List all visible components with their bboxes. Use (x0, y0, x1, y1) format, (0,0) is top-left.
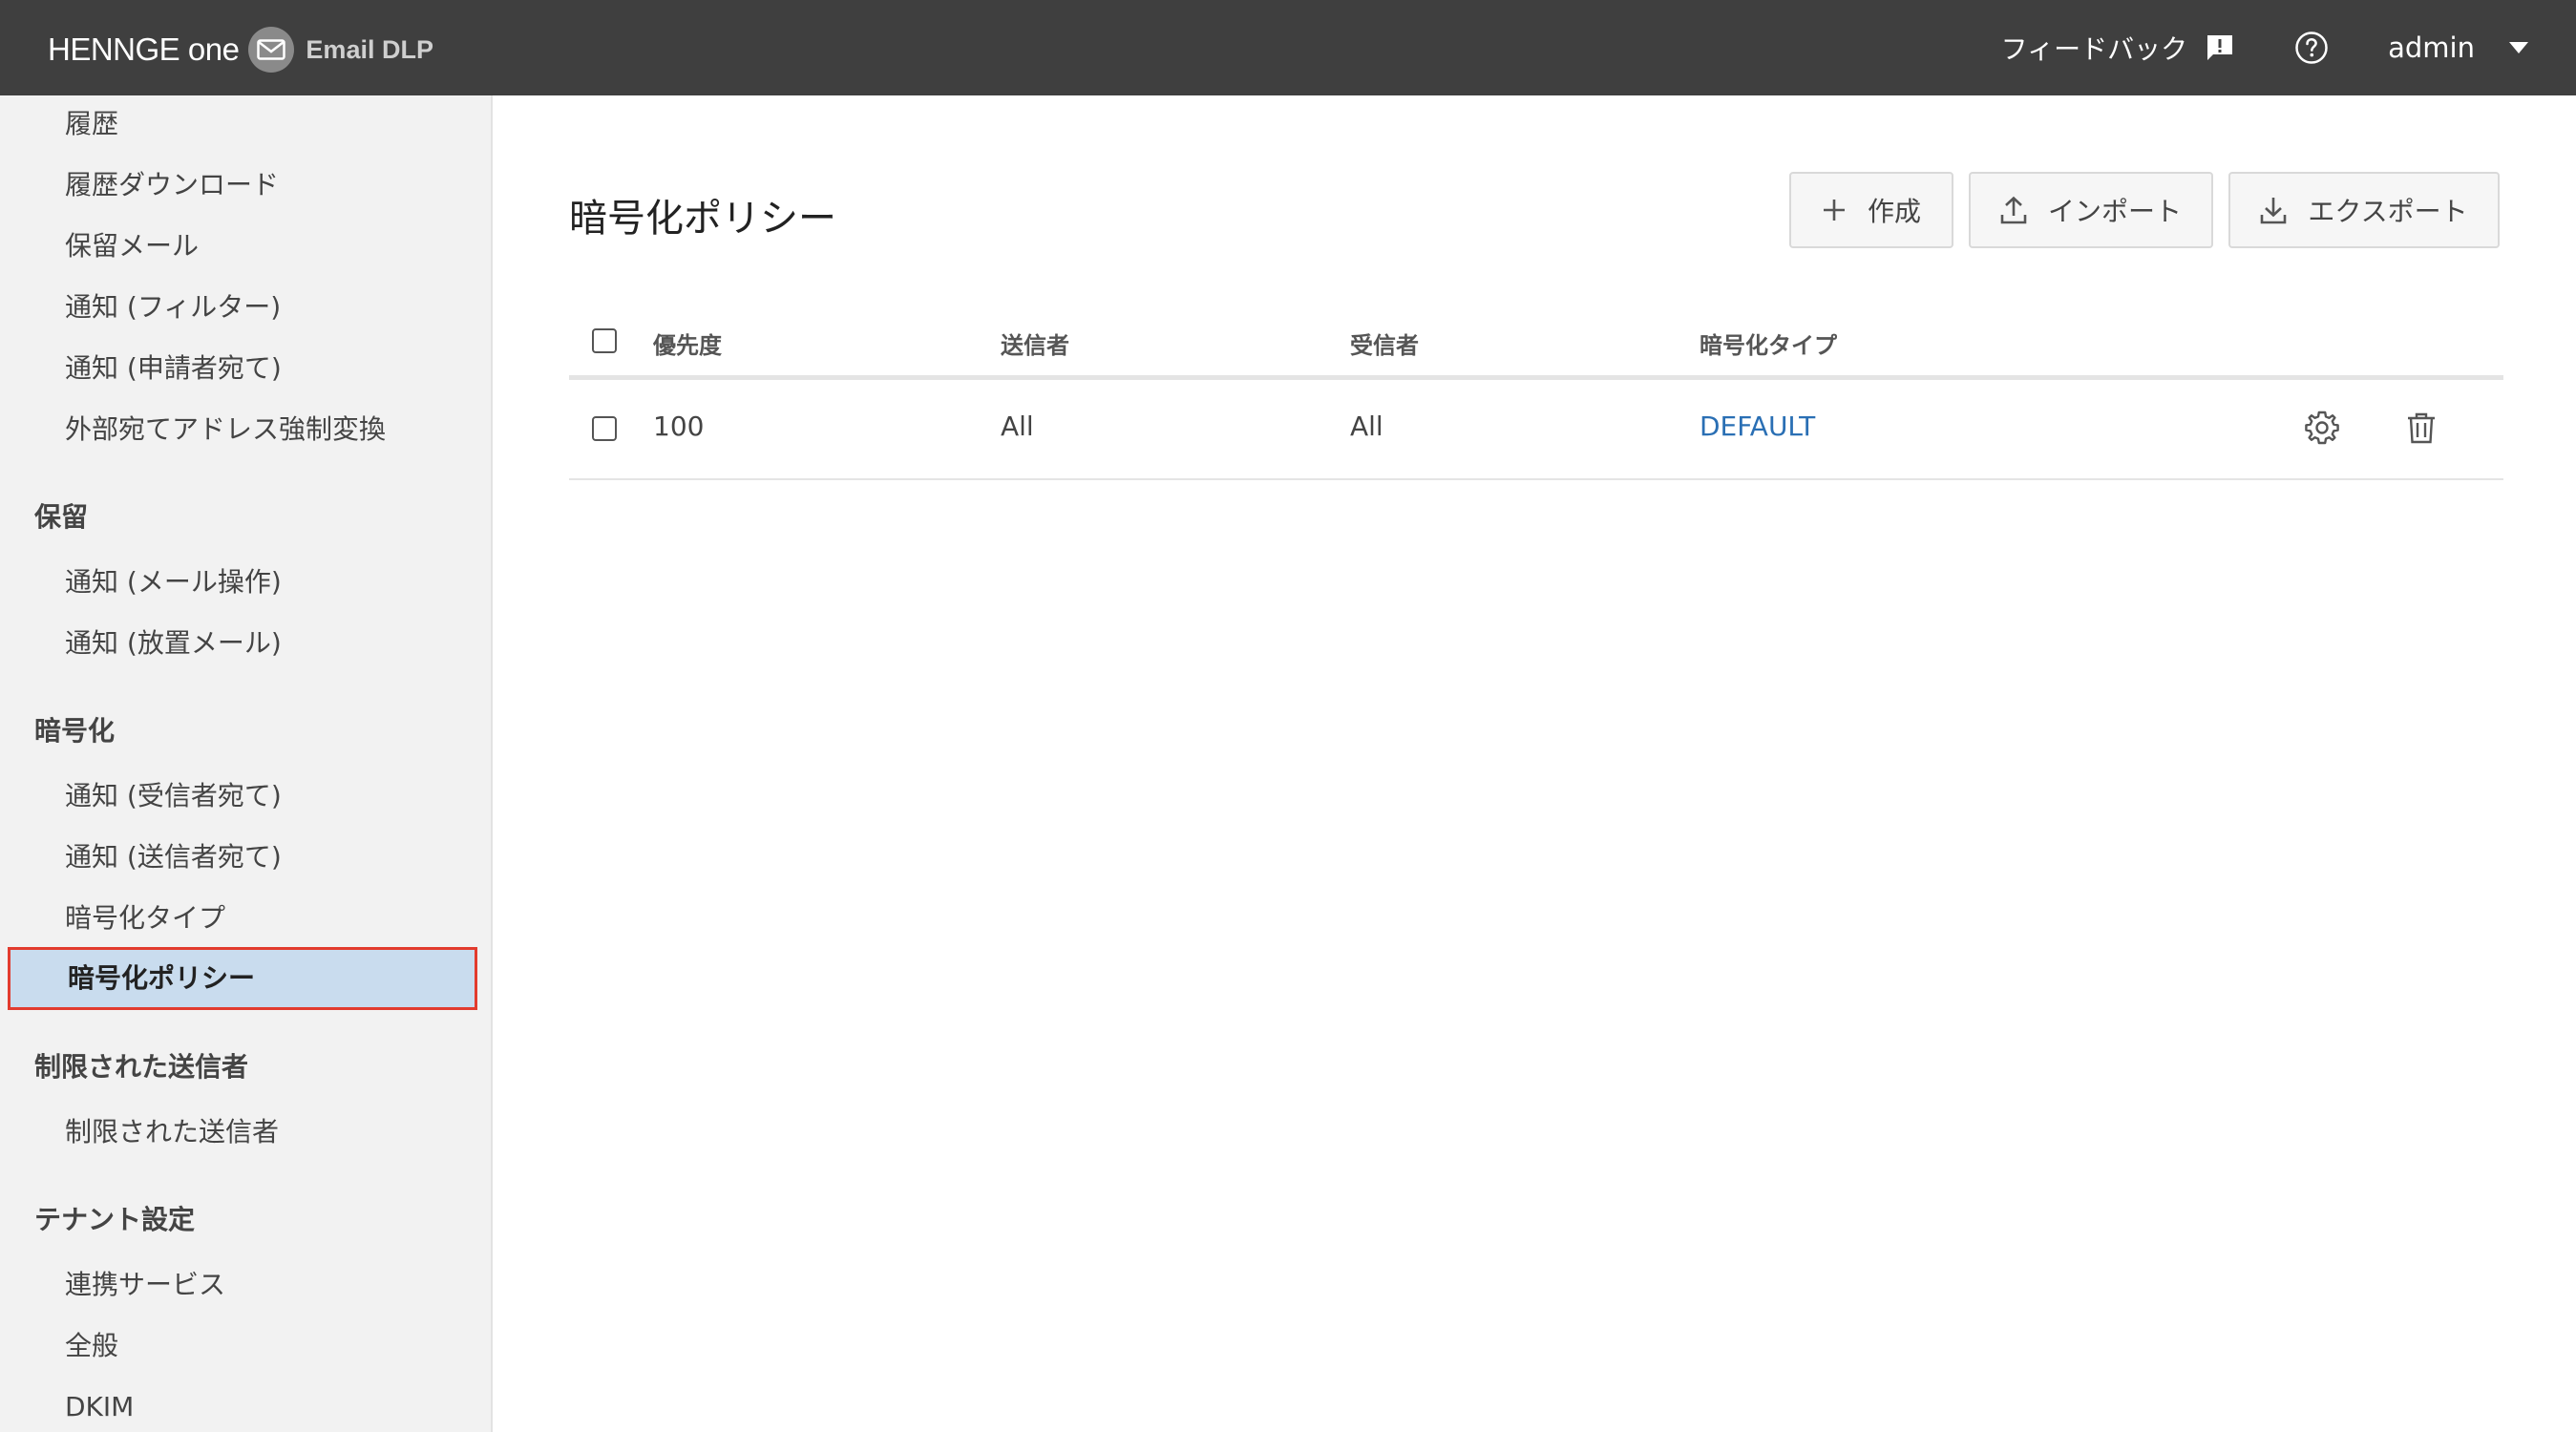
sidebar-heading-encryption: 暗号化 (34, 715, 116, 747)
cell-sender: All (1001, 411, 1034, 442)
feedback-label: フィードバック (2000, 33, 2188, 65)
help-icon[interactable] (2294, 31, 2329, 65)
sidebar-item-label: 暗号化ポリシー (68, 962, 256, 994)
sidebar-item-history-download[interactable]: 履歴ダウンロード (65, 166, 279, 204)
top-bar: HENNGE one Email DLP フィードバック admin (0, 0, 2576, 95)
row-checkbox[interactable] (592, 416, 617, 441)
sidebar-item-encryption-policy[interactable]: 暗号化ポリシー (8, 947, 477, 1010)
feedback-button[interactable]: フィードバック (2001, 29, 2235, 67)
cell-priority: 100 (653, 411, 705, 442)
sidebar-item-integrations[interactable]: 連携サービス (65, 1266, 225, 1304)
download-icon (2261, 198, 2287, 224)
sidebar-item-general[interactable]: 全般 (65, 1327, 118, 1365)
sidebar-heading-hold: 保留 (34, 501, 89, 533)
sidebar-item-notify-abandoned-mail[interactable]: 通知 (放置メール) (65, 624, 282, 663)
sidebar-item-notify-recipient[interactable]: 通知 (受信者宛て) (65, 777, 282, 815)
policy-table: 優先度 送信者 受信者 暗号化タイプ 100 All All DEFAULT (569, 305, 2503, 480)
create-button-label: 作成 (1867, 196, 1921, 227)
export-button-label: エクスポート (2308, 196, 2468, 227)
upload-icon (2000, 196, 2027, 224)
sidebar-item-encryption-type[interactable]: 暗号化タイプ (65, 899, 225, 937)
cell-encryption-type-link[interactable]: DEFAULT (1700, 411, 1815, 442)
column-header-recipient[interactable]: 受信者 (1350, 326, 1419, 360)
import-button-label: インポート (2047, 196, 2182, 227)
sidebar-item-dkim[interactable]: DKIM (65, 1388, 134, 1426)
brand-logo[interactable]: HENNGE one Email DLP (48, 23, 433, 76)
sidebar-item-restricted-senders[interactable]: 制限された送信者 (65, 1113, 279, 1151)
table-row: 100 All All DEFAULT (569, 380, 2503, 480)
column-header-encryption-type[interactable]: 暗号化タイプ (1700, 326, 1837, 360)
header-actions: フィードバック admin (2001, 0, 2528, 95)
brand-henngeone-main: HENNGE (48, 32, 180, 67)
mail-icon (248, 27, 295, 73)
sidebar-item-notify-applicant[interactable]: 通知 (申請者宛て) (65, 349, 282, 388)
plus-icon (1823, 200, 1845, 221)
table-header: 優先度 送信者 受信者 暗号化タイプ (569, 305, 2503, 380)
export-button[interactable]: エクスポート (2228, 172, 2500, 248)
create-button[interactable]: 作成 (1789, 172, 1953, 248)
product-name: Email DLP (306, 34, 433, 64)
brand-wordmark: HENNGE one (48, 32, 240, 68)
user-menu[interactable]: admin (2388, 32, 2528, 64)
page-title: 暗号化ポリシー (569, 197, 836, 241)
sidebar: 履歴 履歴ダウンロード 保留メール 通知 (フィルター) 通知 (申請者宛て) … (0, 95, 493, 1432)
chevron-down-icon (2509, 42, 2528, 53)
user-name: admin (2388, 32, 2475, 64)
sidebar-heading-tenant-settings: テナント設定 (34, 1204, 196, 1235)
sidebar-item-history[interactable]: 履歴 (65, 105, 118, 143)
select-all-checkbox[interactable] (592, 328, 617, 353)
gear-icon[interactable] (2303, 409, 2341, 447)
feedback-icon (2207, 35, 2233, 60)
sidebar-item-external-address-rewrite[interactable]: 外部宛てアドレス強制変換 (65, 411, 386, 449)
column-header-priority[interactable]: 優先度 (653, 326, 722, 360)
trash-icon[interactable] (2402, 409, 2440, 447)
cell-recipient: All (1350, 411, 1383, 442)
sidebar-item-notify-mail-operation[interactable]: 通知 (メール操作) (65, 563, 282, 601)
brand-henngeone-one: one (187, 32, 240, 67)
sidebar-item-notify-sender[interactable]: 通知 (送信者宛て) (65, 838, 282, 876)
sidebar-item-held-mail[interactable]: 保留メール (65, 227, 199, 265)
import-button[interactable]: インポート (1969, 172, 2213, 248)
sidebar-item-notify-filter[interactable]: 通知 (フィルター) (65, 288, 281, 326)
sidebar-heading-restricted-senders: 制限された送信者 (34, 1051, 249, 1083)
column-header-sender[interactable]: 送信者 (1001, 326, 1069, 360)
